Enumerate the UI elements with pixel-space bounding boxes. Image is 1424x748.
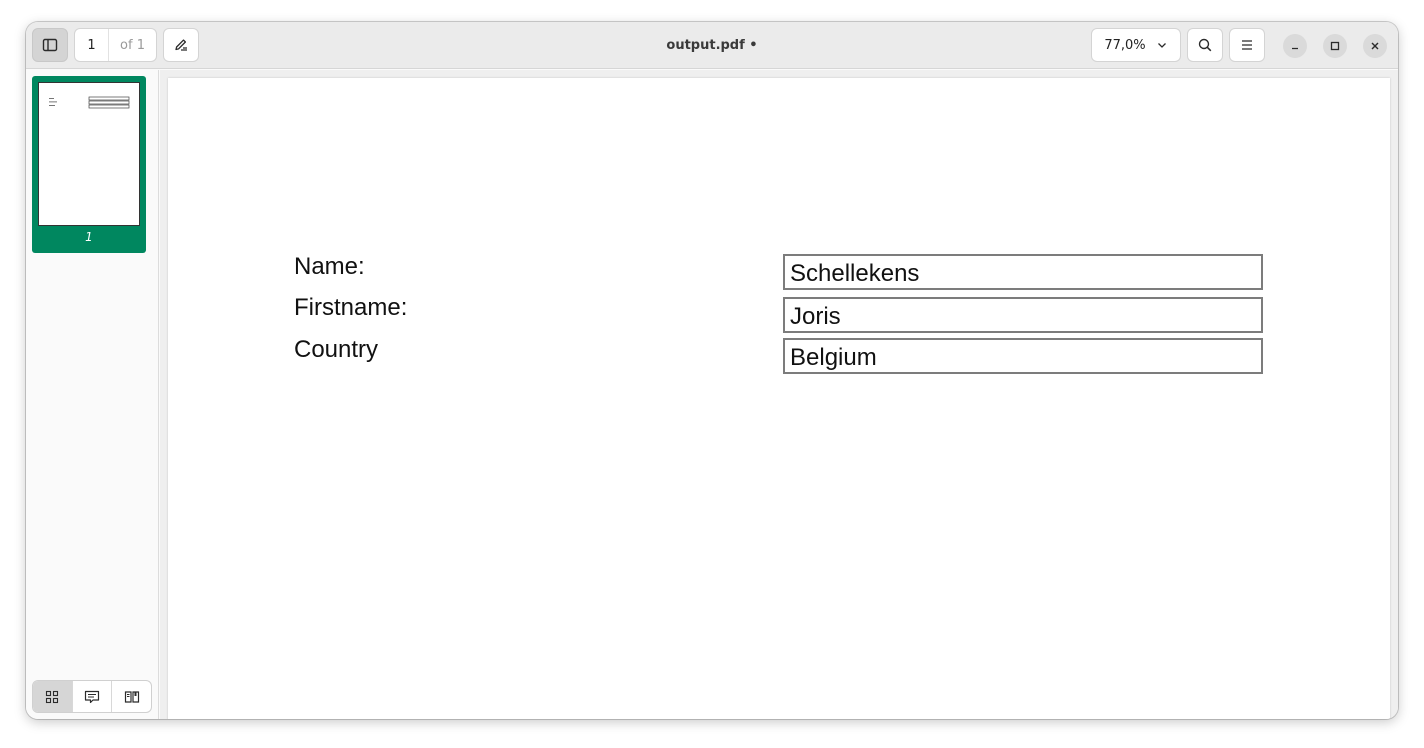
pen-icon	[175, 39, 187, 51]
zoom-level: 77,0%	[1104, 37, 1146, 53]
minimize-icon	[1292, 47, 1298, 50]
main-menu-button[interactable]	[1229, 28, 1265, 62]
thumbnail-page-preview	[38, 82, 140, 226]
comment-icon	[84, 690, 100, 703]
pdf-page: Name: Schellekens Firstname: Joris Count…	[168, 78, 1390, 719]
sidebar-toggle-button[interactable]	[32, 28, 68, 62]
book-icon	[124, 690, 139, 703]
name-label: Name:	[294, 253, 365, 280]
page-number-entry[interactable]: 1 of 1	[74, 28, 157, 62]
firstname-field[interactable]: Joris	[783, 297, 1263, 333]
annotations-view-button[interactable]	[73, 681, 113, 712]
document-viewer[interactable]: Name: Schellekens Firstname: Joris Count…	[160, 70, 1398, 719]
zoom-dropdown[interactable]: 77,0%	[1091, 28, 1181, 62]
hamburger-menu-icon	[1242, 40, 1252, 50]
maximize-icon	[1330, 41, 1340, 51]
current-page-input[interactable]: 1	[75, 29, 109, 61]
page-thumbnail[interactable]: 1	[32, 76, 146, 253]
search-button[interactable]	[1187, 28, 1223, 62]
page-total-label: of 1	[120, 37, 145, 53]
close-icon	[1371, 42, 1379, 50]
header-bar: output.pdf • 1 of 1 77,0%	[26, 22, 1398, 69]
thumbnail-page-number: 1	[85, 230, 93, 244]
grid-icon	[46, 690, 59, 703]
sidebar: 1	[26, 70, 159, 719]
minimize-button[interactable]	[1283, 34, 1307, 58]
thumbnail-miniature	[49, 96, 130, 109]
sidebar-view-switcher	[32, 680, 152, 713]
sidebar-icon	[42, 38, 58, 52]
name-field[interactable]: Schellekens	[783, 254, 1263, 290]
maximize-button[interactable]	[1323, 34, 1347, 58]
annotate-button[interactable]	[163, 28, 199, 62]
chevron-down-icon	[1157, 43, 1166, 48]
search-icon	[1198, 38, 1212, 52]
outline-view-button[interactable]	[112, 681, 151, 712]
country-field[interactable]: Belgium	[783, 338, 1263, 374]
pdf-viewer-window: output.pdf • 1 of 1 77,0% 1 Name: Schell…	[26, 22, 1398, 719]
close-button[interactable]	[1363, 34, 1387, 58]
firstname-label: Firstname:	[294, 294, 408, 321]
thumbnails-view-button[interactable]	[33, 681, 73, 712]
country-label: Country	[294, 336, 379, 363]
